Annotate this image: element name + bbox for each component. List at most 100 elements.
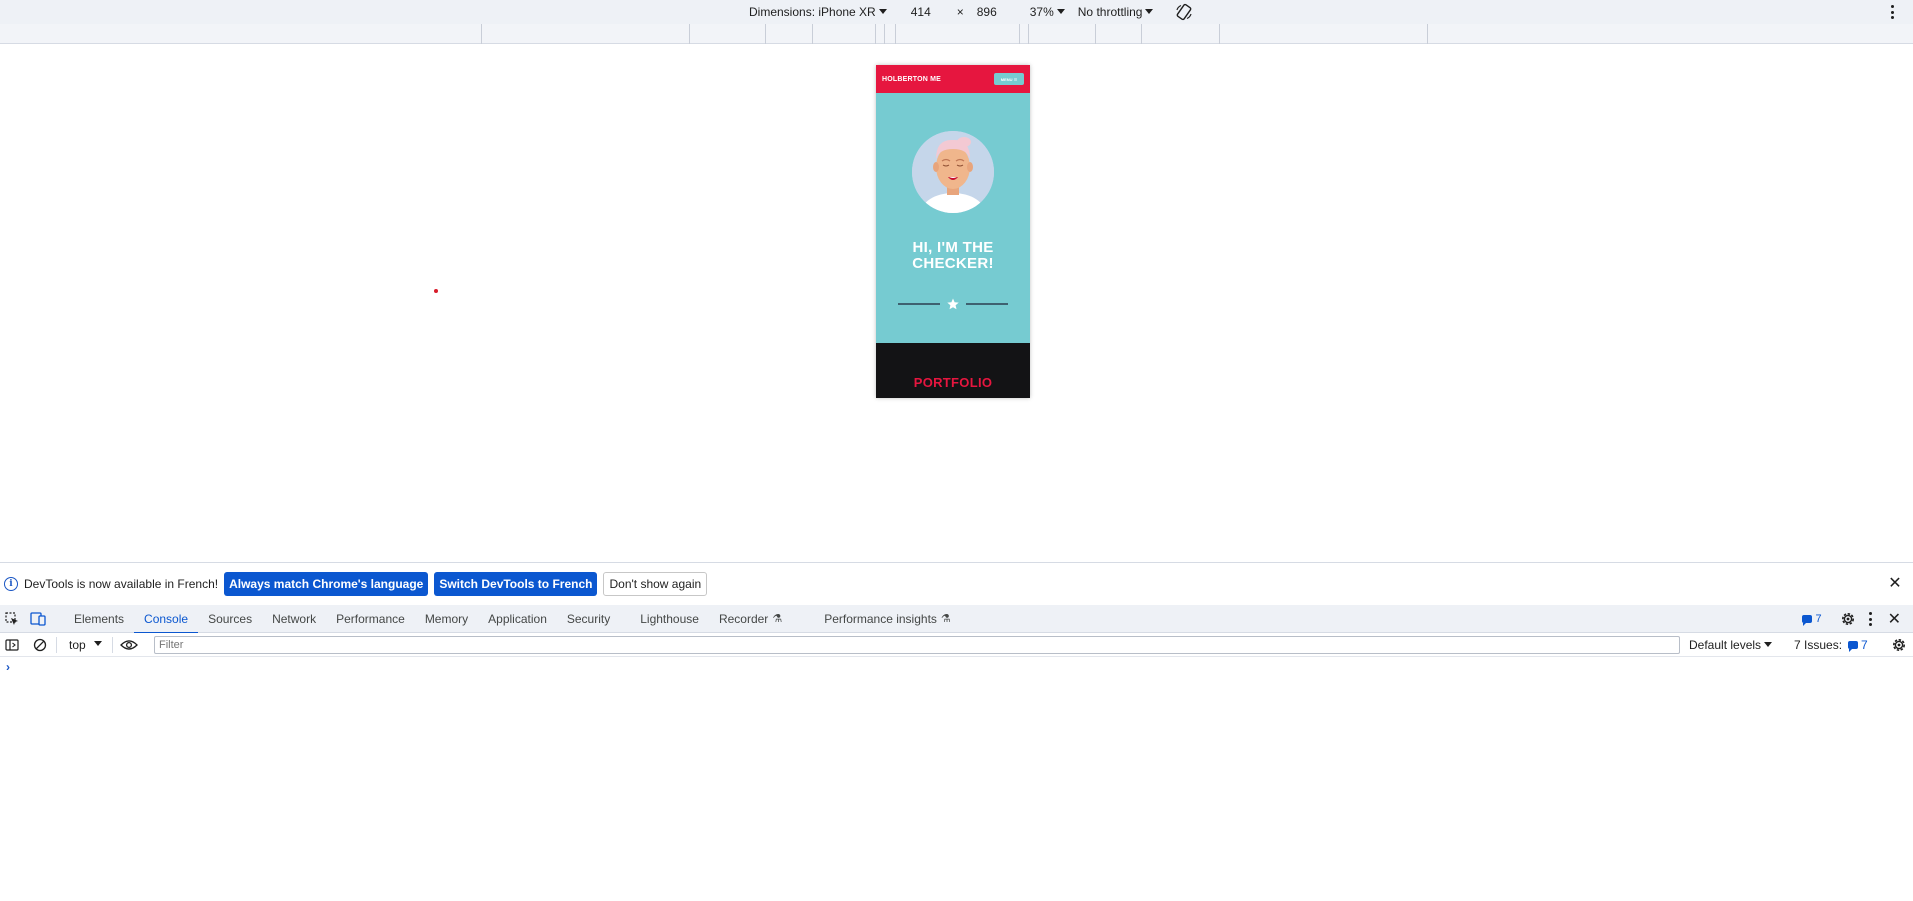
console-prompt[interactable]: › xyxy=(6,660,10,674)
tab-lighthouse[interactable]: Lighthouse xyxy=(630,605,709,633)
dimension-separator: × xyxy=(956,5,964,19)
issues-count: 7 xyxy=(1861,638,1868,652)
chevron-down-icon xyxy=(878,8,887,14)
chevron-down-icon xyxy=(1056,8,1065,14)
media-query-marker[interactable] xyxy=(1019,24,1020,44)
hero-section: HI, I'M THE CHECKER! xyxy=(876,93,1030,343)
clear-console-icon[interactable] xyxy=(30,635,50,655)
more-options-icon[interactable] xyxy=(1868,612,1874,626)
device-toolbar: Dimensions: iPhone XR 414 × 896 37% No t… xyxy=(0,0,1913,24)
tab-elements[interactable]: Elements xyxy=(64,605,134,633)
tab-performance[interactable]: Performance xyxy=(326,605,415,633)
zoom-select[interactable]: 37% xyxy=(1030,5,1065,19)
tabbar-actions: 7 ✕ xyxy=(1802,605,1913,633)
tab-label: Memory xyxy=(424,611,469,626)
width-input[interactable]: 414 xyxy=(911,5,951,19)
dont-show-again-button[interactable]: Don't show again xyxy=(603,572,708,596)
media-query-marker[interactable] xyxy=(765,24,766,44)
device-select[interactable]: Dimensions: iPhone XR xyxy=(749,5,887,19)
toolbar-divider xyxy=(56,636,57,653)
device-select-label: Dimensions: iPhone XR xyxy=(749,5,876,19)
hero-title: HI, I'M THE CHECKER! xyxy=(876,240,1030,272)
tab-label: Lighthouse xyxy=(640,611,699,626)
media-query-marker[interactable] xyxy=(875,24,876,44)
menu-button[interactable]: MENU ☰ xyxy=(994,73,1024,85)
tab-network[interactable]: Network xyxy=(262,605,326,633)
tab-label: Console xyxy=(144,611,189,626)
site-brand[interactable]: HOLBERTON ME xyxy=(882,76,941,83)
console-toolbar: top Default levels 7 Issues: 7 xyxy=(0,633,1913,657)
media-query-marker[interactable] xyxy=(1095,24,1096,44)
issues-badge-count: 7 xyxy=(1815,613,1822,625)
context-select[interactable]: top xyxy=(69,638,102,652)
tab-performance-insights[interactable]: Performance insights ⚗ xyxy=(814,605,961,633)
filter-input[interactable] xyxy=(154,636,1680,654)
tab-application[interactable]: Application xyxy=(478,605,557,633)
media-query-marker[interactable] xyxy=(689,24,690,44)
close-icon[interactable]: ✕ xyxy=(1887,576,1903,592)
issues-label: 7 Issues: xyxy=(1794,638,1843,652)
inspect-element-icon[interactable] xyxy=(2,609,22,629)
device-toggle-icon[interactable] xyxy=(28,609,48,629)
toolbar-divider xyxy=(111,636,113,653)
tab-label: Recorder xyxy=(718,611,769,626)
cursor-dot xyxy=(434,289,438,293)
tab-console[interactable]: Console xyxy=(134,605,199,634)
media-query-marker[interactable] xyxy=(1028,24,1029,44)
issues-badge[interactable]: 7 xyxy=(1802,613,1822,626)
site-header: HOLBERTON ME MENU ☰ xyxy=(876,65,1030,93)
throttling-select[interactable]: No throttling xyxy=(1078,5,1154,19)
language-notification: i DevTools is now available in French! A… xyxy=(0,562,1913,605)
live-expression-eye-icon[interactable] xyxy=(119,635,139,655)
tab-sources[interactable]: Sources xyxy=(198,605,262,633)
media-query-marker[interactable] xyxy=(481,24,482,44)
phone-preview[interactable]: HOLBERTON ME MENU ☰ HI, I'M THE CHECKER!… xyxy=(876,65,1030,398)
device-viewport: HOLBERTON ME MENU ☰ HI, I'M THE CHECKER!… xyxy=(0,45,1913,562)
close-devtools-icon[interactable]: ✕ xyxy=(1888,609,1901,629)
chevron-down-icon xyxy=(1145,8,1154,14)
tab-label: Performance xyxy=(336,611,405,626)
console-settings-gear-icon[interactable] xyxy=(1891,637,1907,653)
rotate-icon[interactable] xyxy=(1175,3,1193,21)
issues-icon xyxy=(1848,641,1859,652)
media-query-marker[interactable] xyxy=(1219,24,1220,44)
switch-to-french-button[interactable]: Switch DevTools to French xyxy=(434,572,598,596)
media-query-marker[interactable] xyxy=(1427,24,1428,44)
issues-counter[interactable]: 7 Issues: 7 xyxy=(1794,633,1868,657)
tab-memory[interactable]: Memory xyxy=(415,605,478,633)
throttling-label: No throttling xyxy=(1077,5,1143,19)
notification-message: DevTools is now available in French! xyxy=(24,577,219,591)
flask-icon: ⚗ xyxy=(772,613,783,625)
chevron-down-icon xyxy=(93,641,102,646)
media-query-marker[interactable] xyxy=(1141,24,1142,44)
height-input[interactable]: 896 xyxy=(977,5,1017,19)
issues-count-badge: 7 xyxy=(1848,638,1868,652)
tab-security[interactable]: Security xyxy=(557,605,620,633)
tab-label: Performance insights xyxy=(824,611,937,626)
zoom-label: 37% xyxy=(1029,5,1054,19)
settings-gear-icon[interactable] xyxy=(1840,611,1856,627)
tab-recorder[interactable]: Recorder ⚗ xyxy=(709,605,792,633)
log-levels-label: Default levels xyxy=(1689,638,1762,652)
sidebar-toggle-icon[interactable] xyxy=(2,635,22,655)
tab-label: Elements xyxy=(74,611,125,626)
portfolio-section: PORTFOLIO xyxy=(876,343,1030,398)
media-query-bar[interactable] xyxy=(0,24,1913,44)
media-query-marker[interactable] xyxy=(895,24,896,44)
hero-title-line1: HI, I'M THE xyxy=(912,239,994,256)
chevron-down-icon xyxy=(1764,641,1773,647)
device-toolbar-controls: Dimensions: iPhone XR 414 × 896 37% No t… xyxy=(749,0,1193,24)
hero-title-line2: CHECKER! xyxy=(912,255,994,272)
log-levels-select[interactable]: Default levels xyxy=(1689,633,1773,657)
tab-label: Security xyxy=(566,611,611,626)
star-divider xyxy=(898,298,1008,310)
always-match-language-button[interactable]: Always match Chrome's language xyxy=(224,572,429,596)
more-options-icon[interactable] xyxy=(1889,3,1895,21)
info-icon: i xyxy=(4,577,18,591)
tab-label: Application xyxy=(488,611,547,626)
avatar xyxy=(912,131,994,213)
tab-label: Network xyxy=(272,611,317,626)
devtools-tabbar: Elements Console Sources Network Perform… xyxy=(0,605,1913,634)
media-query-marker[interactable] xyxy=(812,24,813,44)
media-query-marker[interactable] xyxy=(884,24,885,44)
